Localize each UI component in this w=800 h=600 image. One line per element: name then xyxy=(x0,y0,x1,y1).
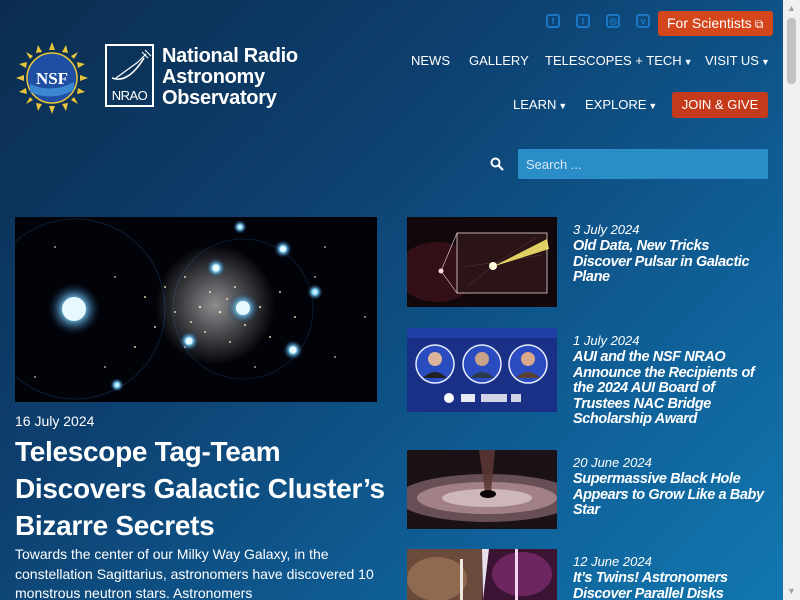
join-give-label: JOIN & GIVE xyxy=(681,97,759,112)
nav-telescopes-label: TELESCOPES + TECH xyxy=(545,53,682,68)
featured-date: 16 July 2024 xyxy=(15,413,95,429)
news-thumbnail[interactable] xyxy=(407,328,557,412)
star-cluster-illustration xyxy=(15,218,366,400)
parallel-disks-illustration xyxy=(407,549,557,600)
featured-image[interactable] xyxy=(15,217,377,402)
chevron-down-icon: ▼ xyxy=(648,101,658,111)
black-hole-illustration xyxy=(407,450,557,529)
news-title[interactable]: Supermassive Black Hole Appears to Grow … xyxy=(573,471,768,519)
vimeo-icon[interactable]: v xyxy=(636,14,650,28)
nav-explore-label: EXPLORE xyxy=(585,97,647,112)
news-date: 3 July 2024 xyxy=(573,222,640,237)
for-scientists-button[interactable]: For Scientists ⧉ xyxy=(658,11,773,36)
nrao-logo[interactable]: NRAO xyxy=(105,44,154,107)
nav-visit-us[interactable]: VISIT US ▼ xyxy=(705,53,770,68)
nav-news[interactable]: NEWS xyxy=(411,53,450,68)
nsf-logo-text: NSF xyxy=(36,69,68,88)
social-links: f t ◎ v xyxy=(546,14,650,28)
scrollbar-thumb[interactable] xyxy=(787,18,796,84)
nav-news-label: NEWS xyxy=(411,53,450,68)
vertical-scrollbar[interactable]: ▲ ▼ xyxy=(783,0,800,600)
nav-gallery-label: GALLERY xyxy=(469,53,529,68)
organization-name[interactable]: National Radio Astronomy Observatory xyxy=(162,46,298,109)
news-thumbnail[interactable] xyxy=(407,549,557,600)
nsf-logo[interactable]: NSF xyxy=(16,42,88,114)
news-title[interactable]: Old Data, New Tricks Discover Pulsar in … xyxy=(573,238,768,286)
nav-telescopes[interactable]: TELESCOPES + TECH ▼ xyxy=(545,53,693,68)
join-give-button[interactable]: JOIN & GIVE xyxy=(672,92,768,118)
external-link-icon: ⧉ xyxy=(754,17,764,31)
nav-learn-label: LEARN xyxy=(513,97,557,112)
featured-description: Towards the center of our Milky Way Gala… xyxy=(15,546,374,600)
nav-learn[interactable]: LEARN ▼ xyxy=(513,97,567,112)
news-date: 12 June 2024 xyxy=(573,554,652,569)
org-name-line: Observatory xyxy=(162,87,277,109)
news-title[interactable]: It’s Twins! Astronomers Discover Paralle… xyxy=(573,570,768,600)
radio-dish-icon xyxy=(111,49,152,80)
pulsar-illustration xyxy=(407,217,557,307)
instagram-icon[interactable]: ◎ xyxy=(606,14,620,28)
news-date: 20 June 2024 xyxy=(573,455,652,470)
org-name-line: Astronomy xyxy=(162,66,265,88)
org-name-line: National Radio xyxy=(162,45,298,67)
for-scientists-label: For Scientists xyxy=(667,15,752,31)
nav-explore[interactable]: EXPLORE ▼ xyxy=(585,97,657,112)
news-thumbnail[interactable] xyxy=(407,217,557,307)
nrao-logo-text: NRAO xyxy=(111,88,148,103)
twitter-icon[interactable]: t xyxy=(576,14,590,28)
scholarship-recipients-graphic xyxy=(407,328,557,412)
scroll-down-icon[interactable]: ▼ xyxy=(783,583,800,600)
featured-title[interactable]: Telescope Tag-Team Discovers Galactic Cl… xyxy=(15,433,385,544)
nav-visit-label: VISIT US xyxy=(705,53,759,68)
scroll-up-icon[interactable]: ▲ xyxy=(783,0,800,17)
chevron-down-icon: ▼ xyxy=(760,57,770,67)
news-title[interactable]: AUI and the NSF NRAO Announce the Recipi… xyxy=(573,349,768,428)
page: f t ◎ v For Scientists ⧉ NSF NRAO Nation… xyxy=(0,0,783,600)
nav-gallery[interactable]: GALLERY xyxy=(469,53,529,68)
facebook-icon[interactable]: f xyxy=(546,14,560,28)
search-input[interactable] xyxy=(518,149,768,179)
news-date: 1 July 2024 xyxy=(573,333,640,348)
search-icon[interactable] xyxy=(490,157,504,171)
chevron-down-icon: ▼ xyxy=(558,101,568,111)
chevron-down-icon: ▼ xyxy=(683,57,693,67)
news-thumbnail[interactable] xyxy=(407,450,557,529)
